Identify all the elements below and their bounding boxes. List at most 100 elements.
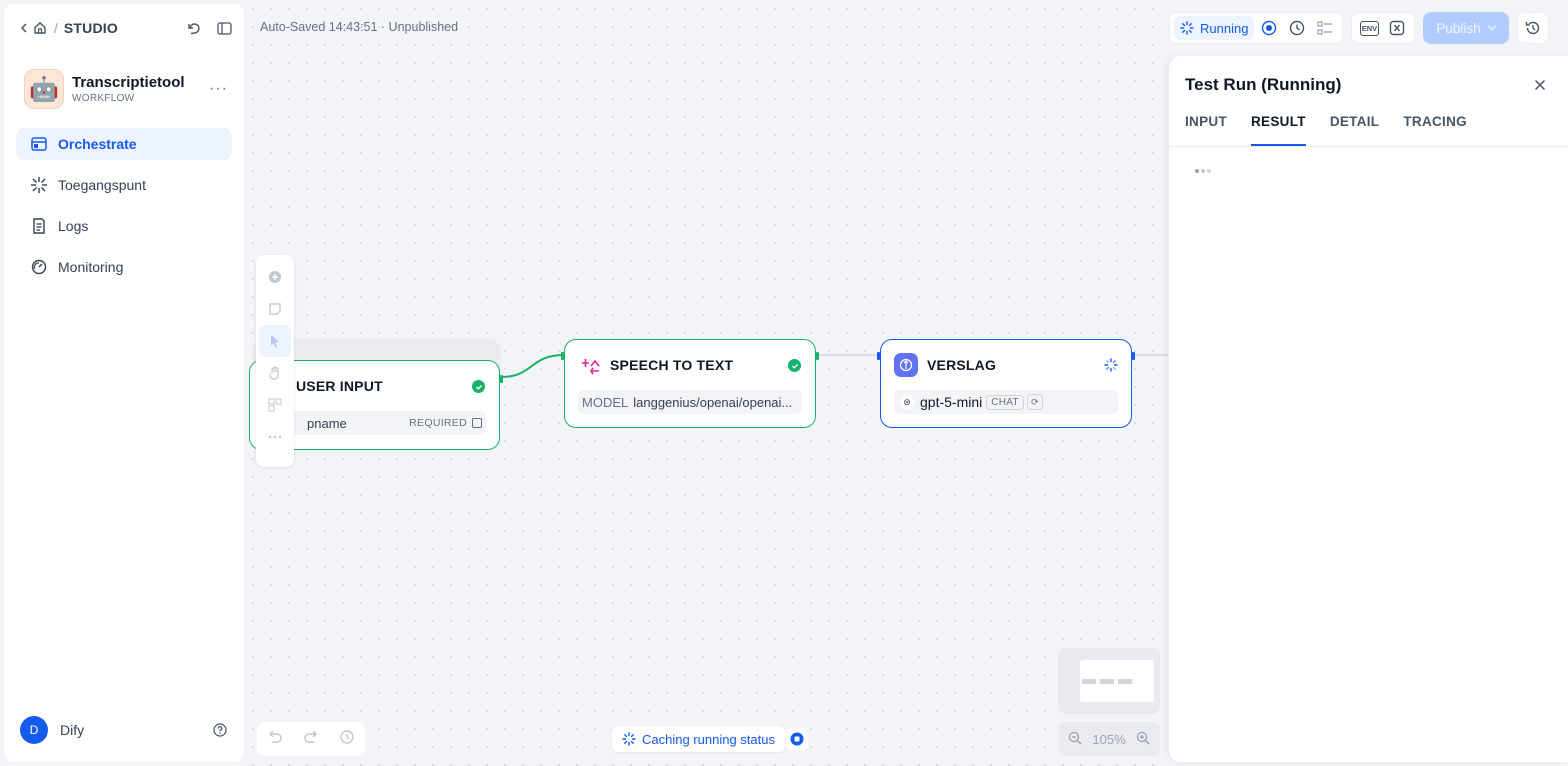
publish-label: Publish <box>1436 20 1481 36</box>
run-controls: Running <box>1169 12 1344 44</box>
logs-icon <box>30 217 48 235</box>
avatar[interactable]: D <box>20 716 48 744</box>
node-title: SPEECH TO TEXT <box>610 357 734 373</box>
user-account[interactable]: D Dify <box>20 716 228 744</box>
tab-tracing[interactable]: TRACING <box>1403 112 1467 146</box>
node-handle[interactable] <box>561 352 564 360</box>
openai-icon: ⊛ <box>900 395 914 409</box>
verslag-node[interactable]: VERSLAG ⊛ gpt-5-mini CHAT ⟳ <box>877 339 1135 428</box>
undo-redo-toolbar <box>257 722 365 756</box>
collapse-sidebar-icon[interactable] <box>216 20 232 36</box>
sidebar-item-label: Logs <box>58 218 89 234</box>
close-icon[interactable] <box>1534 76 1546 96</box>
sidebar-item-logs[interactable]: Logs <box>16 210 232 242</box>
zoom-out-icon[interactable] <box>1068 731 1082 748</box>
app-avatar: 🤖 <box>24 69 64 109</box>
required-label: REQUIRED <box>409 417 467 429</box>
help-icon[interactable] <box>212 722 228 738</box>
minimap-viewport[interactable] <box>1080 660 1154 702</box>
tab-input[interactable]: INPUT <box>1185 112 1227 146</box>
tab-result[interactable]: RESULT <box>1251 112 1306 146</box>
breadcrumb-studio[interactable]: STUDIO <box>64 20 118 36</box>
panel-tabs: INPUT RESULT DETAIL TRACING <box>1185 112 1568 146</box>
app-info[interactable]: 🤖 Transcriptietool WORKFLOW ··· <box>24 68 228 110</box>
history-icon <box>1526 21 1540 35</box>
workflow-canvas[interactable]: Auto-Saved 14:43:51 · Unpublished USER I… <box>244 0 1168 766</box>
running-label: Running <box>1200 20 1249 36</box>
conversation-variables-icon[interactable] <box>1384 16 1410 40</box>
speech-to-text-node[interactable]: SPEECH TO TEXT MODEL langgenius/openai/o… <box>561 339 819 428</box>
add-node-icon[interactable] <box>259 261 291 293</box>
zoom-level[interactable]: 105% <box>1092 732 1125 747</box>
model-label: MODEL <box>582 394 629 410</box>
redo-icon[interactable] <box>303 730 319 749</box>
success-check-icon <box>788 359 801 372</box>
node-handle[interactable] <box>816 352 819 360</box>
sidebar-item-label: Orchestrate <box>58 136 137 152</box>
sidebar-item-label: Toegangspunt <box>58 177 146 193</box>
breadcrumb: / STUDIO <box>16 18 232 38</box>
checklist-icon[interactable] <box>1312 16 1338 40</box>
llm-icon <box>894 353 918 377</box>
stop-icon <box>790 732 804 746</box>
history-icon[interactable] <box>339 729 355 750</box>
model-value: gpt-5-mini <box>920 394 983 410</box>
stop-run-button[interactable] <box>786 728 808 750</box>
more-tools-icon[interactable] <box>259 421 291 453</box>
loading-spinner-icon <box>622 732 636 746</box>
model-field: MODEL langgenius/openai/openai... <box>578 390 802 414</box>
pointer-mode-icon[interactable] <box>259 325 291 357</box>
running-indicator[interactable]: Running <box>1174 16 1255 40</box>
sidebar-item-orchestrate[interactable]: Orchestrate <box>16 128 232 160</box>
chevron-left-icon[interactable] <box>16 20 32 36</box>
hand-mode-icon[interactable] <box>259 357 291 389</box>
success-check-icon <box>472 380 485 393</box>
panel-title: Test Run (Running) <box>1185 75 1342 94</box>
loading-spinner-icon <box>1180 21 1194 35</box>
input-variable-field: pname REQUIRED <box>263 411 486 435</box>
sidebar-item-toegangspunt[interactable]: Toegangspunt <box>16 169 232 201</box>
monitoring-icon <box>30 258 48 276</box>
model-value: langgenius/openai/openai... <box>633 394 793 410</box>
minimap[interactable] <box>1058 648 1160 714</box>
caching-status: Caching running status <box>612 726 785 752</box>
undo-icon[interactable] <box>267 730 283 749</box>
organize-nodes-icon[interactable] <box>259 389 291 421</box>
tab-detail[interactable]: DETAIL <box>1330 112 1380 146</box>
top-toolbar: Running ENV Publish <box>1169 12 1550 44</box>
app-name: Transcriptietool <box>72 74 185 91</box>
divider <box>1169 146 1568 147</box>
model-settings-icon[interactable]: ⟳ <box>1026 394 1043 410</box>
sidebar-item-label: Monitoring <box>58 259 124 275</box>
add-note-icon[interactable] <box>259 293 291 325</box>
model-mode-badge: CHAT <box>986 394 1024 410</box>
node-handle[interactable] <box>500 375 503 383</box>
canvas-toolbox <box>256 255 294 467</box>
version-history-button[interactable] <box>1517 12 1550 44</box>
refresh-chat-icon[interactable] <box>186 20 202 36</box>
home-icon[interactable] <box>32 20 48 36</box>
variable-name: pname <box>307 415 347 431</box>
run-history-icon[interactable] <box>1284 16 1310 40</box>
stop-run-icon[interactable] <box>1256 16 1282 40</box>
sidebar-item-monitoring[interactable]: Monitoring <box>16 251 232 283</box>
zoom-in-icon[interactable] <box>1136 731 1150 748</box>
access-point-icon <box>30 176 48 194</box>
node-title: VERSLAG <box>927 357 997 373</box>
autosave-status: Auto-Saved 14:43:51 · Unpublished <box>260 20 459 34</box>
loading-dots-icon <box>1195 169 1211 173</box>
app-type: WORKFLOW <box>72 93 135 104</box>
speech-to-text-icon <box>580 357 600 380</box>
env-variables-icon[interactable]: ENV <box>1356 16 1382 40</box>
publish-button[interactable]: Publish <box>1423 12 1510 44</box>
node-title: USER INPUT <box>296 378 383 394</box>
model-field: ⊛ gpt-5-mini CHAT ⟳ <box>894 390 1118 414</box>
user-name: Dify <box>60 722 85 738</box>
sidebar: / STUDIO 🤖 Transcriptietool WORKFLOW ···… <box>4 4 244 762</box>
caching-text: Caching running status <box>642 731 775 747</box>
breadcrumb-separator: / <box>54 20 58 36</box>
text-type-icon <box>472 418 482 428</box>
node-handle[interactable] <box>1132 352 1135 360</box>
more-options-icon[interactable]: ··· <box>209 80 228 98</box>
node-handle[interactable] <box>877 352 880 360</box>
